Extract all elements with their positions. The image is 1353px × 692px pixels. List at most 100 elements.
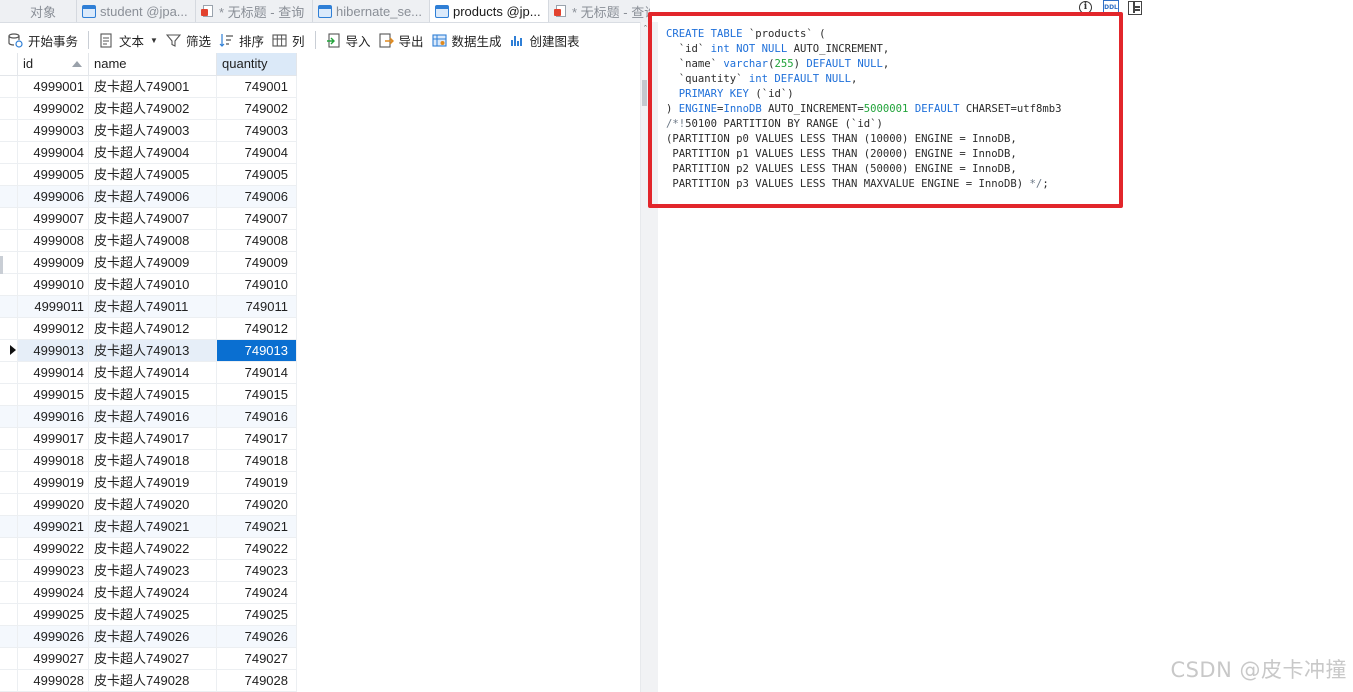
table-row[interactable]: 4999001 皮卡超人749001 749001 [0, 76, 297, 98]
cell-name[interactable]: 皮卡超人749027 [89, 648, 217, 669]
cell-name[interactable]: 皮卡超人749021 [89, 516, 217, 537]
cell-id[interactable]: 4999023 [18, 560, 89, 581]
row-gutter[interactable] [0, 406, 18, 427]
tab-untitled-query-2[interactable]: * 无标题 - 查询 [549, 0, 650, 22]
cell-id[interactable]: 4999009 [18, 252, 89, 273]
column-header-id[interactable]: id [18, 53, 89, 75]
cell-name[interactable]: 皮卡超人749014 [89, 362, 217, 383]
tab-student[interactable]: student @jpa... [77, 0, 196, 22]
row-gutter[interactable] [0, 582, 18, 603]
table-row[interactable]: 4999025 皮卡超人749025 749025 [0, 604, 297, 626]
cell-quantity[interactable]: 749026 [217, 626, 297, 647]
columns-button[interactable]: 列 [272, 29, 305, 51]
cell-quantity[interactable]: 749016 [217, 406, 297, 427]
cell-id[interactable]: 4999011 [18, 296, 89, 317]
cell-quantity[interactable]: 749022 [217, 538, 297, 559]
cell-id[interactable]: 4999019 [18, 472, 89, 493]
cell-quantity[interactable]: 749007 [217, 208, 297, 229]
sort-button[interactable]: 排序 [219, 29, 264, 51]
cell-quantity[interactable]: 749003 [217, 120, 297, 141]
row-gutter[interactable] [0, 318, 18, 339]
cell-name[interactable]: 皮卡超人749004 [89, 142, 217, 163]
cell-name[interactable]: 皮卡超人749007 [89, 208, 217, 229]
row-gutter[interactable] [0, 142, 18, 163]
cell-quantity[interactable]: 749005 [217, 164, 297, 185]
cell-name[interactable]: 皮卡超人749016 [89, 406, 217, 427]
table-row[interactable]: 4999002 皮卡超人749002 749002 [0, 98, 297, 120]
table-row[interactable]: 4999013 皮卡超人749013 749013 [0, 340, 297, 362]
cell-id[interactable]: 4999018 [18, 450, 89, 471]
table-row[interactable]: 4999011 皮卡超人749011 749011 [0, 296, 297, 318]
begin-transaction-button[interactable]: 开始事务 [8, 29, 78, 51]
row-gutter[interactable] [0, 120, 18, 141]
cell-name[interactable]: 皮卡超人749019 [89, 472, 217, 493]
cell-name[interactable]: 皮卡超人749028 [89, 670, 217, 691]
row-gutter[interactable] [0, 648, 18, 669]
cell-id[interactable]: 4999002 [18, 98, 89, 119]
row-gutter[interactable] [0, 186, 18, 207]
row-gutter[interactable] [0, 296, 18, 317]
row-gutter[interactable] [0, 560, 18, 581]
cell-id[interactable]: 4999013 [18, 340, 89, 361]
cell-quantity[interactable]: 749002 [217, 98, 297, 119]
sort-ascending-icon[interactable] [72, 61, 82, 67]
table-row[interactable]: 4999005 皮卡超人749005 749005 [0, 164, 297, 186]
tab-untitled-query-1[interactable]: * 无标题 - 查询 [196, 0, 313, 22]
layout-panel-icon[interactable] [1128, 1, 1142, 15]
row-gutter[interactable] [0, 428, 18, 449]
row-gutter[interactable] [0, 230, 18, 251]
cell-quantity[interactable]: 749011 [217, 296, 297, 317]
cell-id[interactable]: 4999001 [18, 76, 89, 97]
cell-quantity[interactable]: 749015 [217, 384, 297, 405]
table-row[interactable]: 4999003 皮卡超人749003 749003 [0, 120, 297, 142]
row-gutter[interactable] [0, 384, 18, 405]
cell-name[interactable]: 皮卡超人749026 [89, 626, 217, 647]
column-header-name[interactable]: name [89, 53, 217, 75]
cell-name[interactable]: 皮卡超人749020 [89, 494, 217, 515]
cell-id[interactable]: 4999020 [18, 494, 89, 515]
cell-id[interactable]: 4999027 [18, 648, 89, 669]
table-row[interactable]: 4999010 皮卡超人749010 749010 [0, 274, 297, 296]
table-row[interactable]: 4999023 皮卡超人749023 749023 [0, 560, 297, 582]
export-button[interactable]: 导出 [378, 29, 424, 51]
table-row[interactable]: 4999007 皮卡超人749007 749007 [0, 208, 297, 230]
cell-name[interactable]: 皮卡超人749024 [89, 582, 217, 603]
cell-name[interactable]: 皮卡超人749011 [89, 296, 217, 317]
table-row[interactable]: 4999009 皮卡超人749009 749009 [0, 252, 297, 274]
row-gutter[interactable] [0, 450, 18, 471]
cell-name[interactable]: 皮卡超人749013 [89, 340, 217, 361]
cell-name[interactable]: 皮卡超人749025 [89, 604, 217, 625]
row-gutter[interactable] [0, 494, 18, 515]
cell-id[interactable]: 4999028 [18, 670, 89, 691]
cell-id[interactable]: 4999003 [18, 120, 89, 141]
table-row[interactable]: 4999017 皮卡超人749017 749017 [0, 428, 297, 450]
cell-name[interactable]: 皮卡超人749022 [89, 538, 217, 559]
cell-id[interactable]: 4999015 [18, 384, 89, 405]
cell-id[interactable]: 4999025 [18, 604, 89, 625]
table-row[interactable]: 4999028 皮卡超人749028 749028 [0, 670, 297, 692]
tab-hibernate[interactable]: hibernate_se... [313, 0, 430, 22]
cell-id[interactable]: 4999016 [18, 406, 89, 427]
filter-button[interactable]: 筛选 [165, 29, 211, 51]
cell-quantity[interactable]: 749024 [217, 582, 297, 603]
cell-quantity[interactable]: 749012 [217, 318, 297, 339]
cell-name[interactable]: 皮卡超人749015 [89, 384, 217, 405]
table-row[interactable]: 4999008 皮卡超人749008 749008 [0, 230, 297, 252]
table-row[interactable]: 4999020 皮卡超人749020 749020 [0, 494, 297, 516]
table-row[interactable]: 4999022 皮卡超人749022 749022 [0, 538, 297, 560]
row-gutter[interactable] [0, 670, 18, 691]
cell-id[interactable]: 4999012 [18, 318, 89, 339]
data-generation-button[interactable]: 数据生成 [431, 29, 502, 51]
cell-quantity[interactable]: 749001 [217, 76, 297, 97]
row-gutter[interactable] [0, 274, 18, 295]
cell-name[interactable]: 皮卡超人749003 [89, 120, 217, 141]
row-gutter[interactable] [0, 340, 18, 361]
create-chart-button[interactable]: 创建图表 [510, 29, 580, 51]
table-row[interactable]: 4999026 皮卡超人749026 749026 [0, 626, 297, 648]
cell-quantity[interactable]: 749014 [217, 362, 297, 383]
table-row[interactable]: 4999014 皮卡超人749014 749014 [0, 362, 297, 384]
tab-products[interactable]: products @jp... [430, 0, 549, 22]
cell-id[interactable]: 4999026 [18, 626, 89, 647]
table-row[interactable]: 4999021 皮卡超人749021 749021 [0, 516, 297, 538]
table-row[interactable]: 4999024 皮卡超人749024 749024 [0, 582, 297, 604]
